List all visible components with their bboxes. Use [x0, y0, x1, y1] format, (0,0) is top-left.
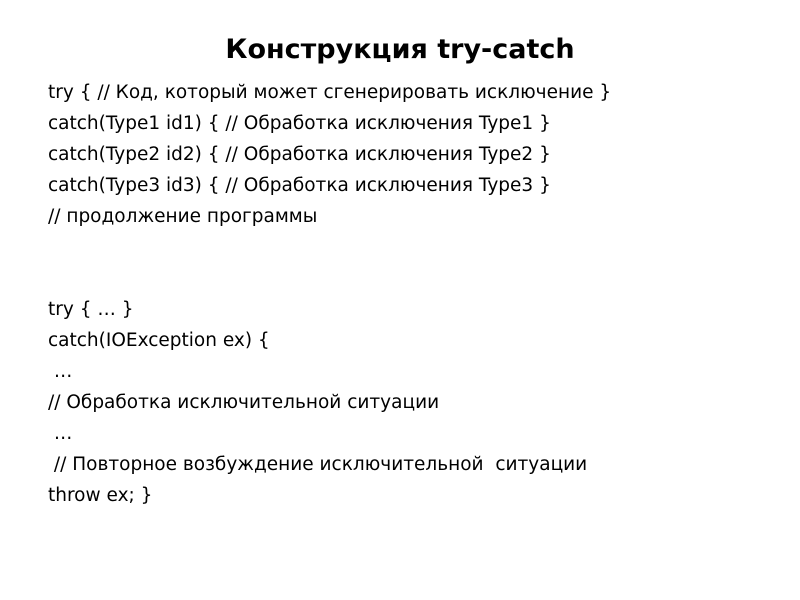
code-line: catch(Type3 id3) { // Обработка исключен…	[48, 175, 551, 196]
code-line: …	[48, 361, 73, 382]
code-line: // Повторное возбуждение исключительной …	[48, 454, 588, 475]
code-line: …	[48, 423, 73, 444]
code-block-general: try { // Код, который может сгенерироват…	[48, 77, 768, 232]
slide: Конструкция try-catch try { // Код, кото…	[0, 0, 800, 600]
code-line: throw ex; }	[48, 485, 153, 506]
code-line: catch(IOException ex) {	[48, 330, 270, 351]
code-line: try { // Код, который может сгенерироват…	[48, 82, 612, 103]
code-line: catch(Type1 id1) { // Обработка исключен…	[48, 113, 551, 134]
code-line: try { … }	[48, 299, 134, 320]
code-line: // продолжение программы	[48, 206, 318, 227]
code-line: catch(Type2 id2) { // Обработка исключен…	[48, 144, 551, 165]
slide-body: try { // Код, который может сгенерироват…	[48, 77, 768, 511]
slide-title: Конструкция try-catch	[225, 34, 575, 65]
code-line: // Обработка исключительной ситуации	[48, 392, 440, 413]
code-block-rethrow: try { … } catch(IOException ex) { … // О…	[48, 294, 768, 511]
